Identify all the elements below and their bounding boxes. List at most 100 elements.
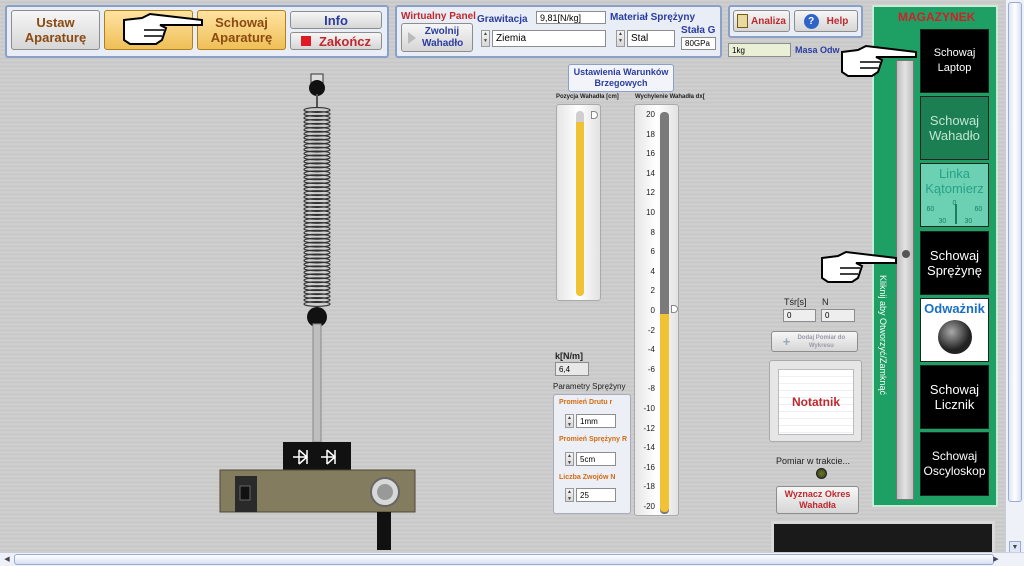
in-progress-led — [816, 468, 827, 479]
tilt-tick-label: -12 — [643, 423, 655, 433]
tilt-thumb[interactable] — [671, 305, 678, 313]
spring-radius-input[interactable]: 5cm — [576, 452, 616, 466]
help-button[interactable]: ? Help — [794, 10, 858, 32]
wire-radius-input[interactable]: 1mm — [576, 414, 616, 428]
help-icon: ? — [803, 13, 819, 29]
spring-pendulum-apparatus[interactable] — [215, 72, 425, 552]
tilt-label: Wychylenie Wahadła dx[ — [635, 94, 705, 100]
tilt-slider[interactable]: 20 18 16 14 12 10 8 6 4 2 0 -2 -4 -6 -8 -10 -12 -14 -16 -18… — [634, 104, 679, 516]
tilt-tick-label: -14 — [643, 443, 655, 453]
k-label: k[N/m] — [555, 351, 584, 361]
boundary-title: Ustawienia Warunków Brzegowych — [573, 67, 669, 88]
ustaw-aparature-button[interactable]: Ustaw Aparaturę — [11, 10, 100, 50]
schowaj-wahadlo-label: Schowaj Wahadło — [929, 113, 980, 143]
info-button[interactable]: Info — [290, 11, 382, 29]
schowaj-laptop-label: Schowaj Laptop — [933, 47, 976, 74]
spring-radius-label: Promień Sprężyny R — [559, 436, 628, 443]
gravity-spinner[interactable]: ▲ ▼ — [481, 30, 490, 47]
linka-katomierz-label: Linka Kątomierz — [925, 166, 984, 196]
odwaznik-label: Odważnik — [924, 301, 985, 316]
position-fill — [576, 122, 584, 296]
position-thumb[interactable] — [591, 111, 598, 119]
pointing-hand-icon — [123, 12, 203, 45]
clipboard-icon — [736, 14, 748, 28]
base-stand — [377, 512, 391, 550]
pointing-hand-icon — [841, 44, 917, 77]
virtual-panel-title: Wirtualny Panel — [401, 11, 476, 22]
schowaj-aparature-label: Schowaj Aparaturę — [210, 15, 273, 45]
n-label: N — [822, 297, 829, 307]
top-ball — [309, 80, 325, 96]
tilt-tick-label: -20 — [643, 502, 655, 511]
notebook-paper: Notatnik — [778, 369, 854, 435]
coils-spinner[interactable]: ▲ ▼ — [565, 488, 574, 502]
protractor-icon: 60 30 0 30 60 — [925, 196, 985, 226]
dial-tick: 30 — [938, 218, 947, 225]
horizontal-scrollbar[interactable]: ◀ ▶ — [0, 552, 1024, 566]
dial-needle — [954, 204, 957, 224]
magazyn-title: MAGAZYNEK — [898, 10, 976, 24]
schowaj-laptop-button[interactable]: Schowaj Laptop — [920, 29, 989, 93]
notatnik-label: Notatnik — [792, 395, 840, 409]
tilt-tick-label: 18 — [646, 129, 655, 139]
gravity-select[interactable]: Ziemia — [492, 30, 606, 47]
tilt-tick-label: 16 — [646, 149, 655, 159]
info-label: Info — [324, 12, 348, 28]
tilt-tick-label: -4 — [647, 345, 655, 355]
g-const-label: Stała G — [681, 25, 716, 36]
position-track — [576, 111, 584, 296]
analiza-button[interactable]: Analiza — [733, 10, 790, 32]
schowaj-oscyloskop-button[interactable]: Schowaj Oscyloskop — [920, 432, 989, 496]
gravity-label: Grawitacja — [477, 14, 528, 25]
coils-input[interactable]: 25 — [576, 488, 616, 502]
pendulum-rod — [312, 323, 322, 443]
schowaj-licznik-button[interactable]: Schowaj Licznik — [920, 365, 989, 429]
vertical-scrollbar[interactable]: ▼ — [1005, 0, 1024, 556]
notatnik-button[interactable]: Notatnik — [769, 360, 862, 442]
wyznacz-label: Wyznacz Okres Wahadła — [784, 489, 851, 510]
odwaznik-button[interactable]: Odważnik — [920, 298, 989, 362]
zakoncz-button[interactable]: Zakończ — [290, 32, 382, 50]
tilt-tick-label: 14 — [646, 168, 655, 178]
coils-label: Liczba Zwojów N — [559, 474, 616, 481]
material-select[interactable]: Stal — [627, 30, 675, 47]
gravity-value-display: 9,81[N/kg] — [536, 11, 606, 24]
scroll-right-arrow-icon[interactable]: ▶ — [990, 554, 1002, 565]
n-value-display: 0 — [821, 309, 855, 322]
schowaj-wahadlo-button[interactable]: Schowaj Wahadło — [920, 96, 989, 160]
analiza-label: Analiza — [750, 15, 786, 27]
release-pendulum-button[interactable]: Zwolnij Wahadło — [401, 23, 473, 52]
wyznacz-okres-button[interactable]: Wyznacz Okres Wahadła — [776, 486, 859, 514]
scroll-thumb-horizontal[interactable] — [14, 554, 994, 565]
laptop-screen-edge — [771, 521, 995, 555]
spring-coils — [303, 106, 331, 308]
tilt-tick-label: -16 — [643, 462, 655, 472]
plus-icon: + — [782, 334, 791, 349]
spring-radius-spinner[interactable]: ▲ ▼ — [565, 452, 574, 466]
tsr-value-display: 0 — [783, 309, 816, 322]
schowaj-aparature-button[interactable]: Schowaj Aparaturę — [197, 10, 286, 50]
boundary-title-box: Ustawienia Warunków Brzegowych — [568, 64, 674, 92]
ustaw-aparature-label: Ustaw Aparaturę — [24, 15, 87, 45]
linka-katomierz-button[interactable]: Linka Kątomierz 60 30 0 30 60 — [920, 163, 989, 227]
schowaj-sprezyne-button[interactable]: Schowaj Sprężynę — [920, 231, 989, 295]
mass-value-display: 1kg — [728, 43, 791, 57]
tsr-label: Tśr[s] — [784, 297, 807, 307]
tilt-tick-label: 0 — [650, 306, 655, 315]
wire-radius-spinner[interactable]: ▲ ▼ — [565, 414, 574, 428]
tilt-tick-label: 12 — [646, 188, 655, 198]
add-point-label: Dodaj Pomiar do Wykresu — [797, 334, 846, 349]
position-slider[interactable] — [556, 104, 601, 301]
scroll-left-arrow-icon[interactable]: ◀ — [1, 554, 13, 565]
tilt-tick-label: -2 — [647, 325, 655, 335]
material-spinner[interactable]: ▲ ▼ — [616, 30, 625, 47]
pointing-hand-icon — [821, 250, 897, 283]
drawer-knob[interactable] — [902, 250, 910, 258]
tilt-tick-label: -18 — [643, 482, 655, 492]
tilt-tick-label: 2 — [650, 286, 655, 296]
dial-tick: 30 — [964, 218, 973, 225]
scroll-thumb-vertical[interactable] — [1008, 2, 1022, 502]
dial-tick: 60 — [926, 206, 935, 213]
stop-icon — [300, 36, 311, 46]
add-point-button[interactable]: + Dodaj Pomiar do Wykresu — [771, 331, 858, 352]
